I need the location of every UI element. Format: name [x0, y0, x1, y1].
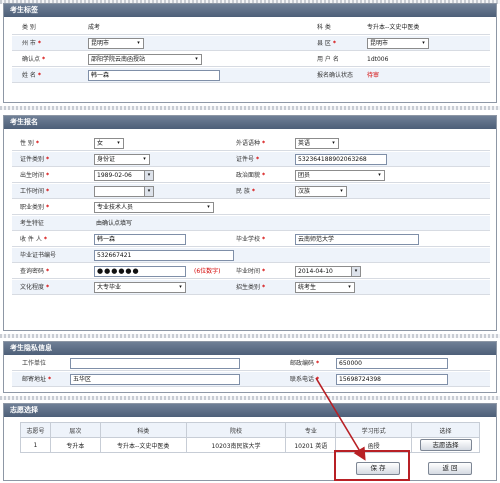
- annotation-arrow-icon: [315, 377, 366, 461]
- registration-form-page: 考生标签 类 别 成考 科 类 专升本--文史中医类 州 市 * 昆明市 ▾ 县 区…: [0, 0, 500, 483]
